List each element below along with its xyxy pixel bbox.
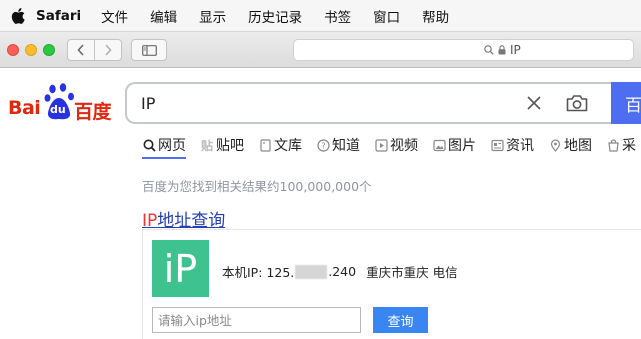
menu-bookmarks[interactable]: 书签 — [324, 6, 351, 26]
minimize-window-button[interactable] — [25, 44, 37, 56]
lock-icon — [498, 45, 506, 55]
search-box — [125, 82, 611, 124]
ip-redaction — [295, 264, 328, 279]
menu-window[interactable]: 窗口 — [373, 6, 400, 26]
shop-icon — [606, 138, 620, 152]
close-window-button[interactable] — [7, 44, 19, 56]
menu-help[interactable]: 帮助 — [422, 6, 449, 26]
sidebar-icon — [141, 44, 157, 56]
ip-label: 本机IP: 125. — [222, 265, 295, 280]
menu-file[interactable]: 文件 — [101, 6, 128, 26]
zoom-window-button[interactable] — [43, 44, 55, 56]
active-tab-indicator — [142, 157, 186, 159]
tab-zhidao[interactable]: ? 知道 — [316, 135, 360, 155]
svg-text:?: ? — [321, 141, 325, 150]
menu-app-safari[interactable]: Safari — [36, 8, 81, 24]
news-icon — [490, 138, 504, 152]
tab-map[interactable]: 地图 — [548, 135, 592, 155]
ip-logo-text: iP — [163, 246, 198, 291]
forward-button[interactable] — [94, 40, 121, 60]
apple-icon — [11, 7, 25, 24]
menu-view[interactable]: 显示 — [199, 6, 226, 26]
doc-icon — [258, 138, 272, 152]
tab-label: 贴吧 — [216, 138, 244, 154]
sidebar-toggle-button[interactable] — [131, 39, 167, 61]
menu-bar: Safari 文件 编辑 显示 历史记录 书签 窗口 帮助 — [0, 0, 641, 32]
navigation-buttons — [67, 39, 122, 61]
tab-label: 图片 — [448, 138, 476, 154]
search-icon — [142, 138, 156, 152]
ip-logo: iP — [152, 240, 209, 297]
question-icon: ? — [316, 138, 330, 152]
map-icon — [548, 138, 562, 152]
ip-location: 重庆市重庆 电信 — [366, 265, 458, 280]
chevron-left-icon — [77, 44, 84, 56]
tab-label: 地图 — [564, 138, 592, 154]
result-title-text: 地址查询 — [157, 211, 226, 231]
apple-menu[interactable] — [0, 7, 36, 24]
tab-label: 文库 — [274, 138, 302, 154]
tab-shopping[interactable]: 采 — [606, 135, 636, 155]
video-icon — [374, 138, 388, 152]
address-text: IP — [510, 43, 521, 57]
tab-label: 知道 — [332, 138, 360, 154]
result-count: 百度为您找到相关结果约100,000,000个 — [142, 179, 372, 194]
tab-label: 网页 — [158, 138, 186, 154]
tab-label: 采 — [622, 138, 636, 154]
menu-history[interactable]: 历史记录 — [248, 6, 302, 26]
back-button[interactable] — [68, 40, 94, 60]
search-button[interactable]: 百 — [611, 82, 641, 124]
close-icon — [527, 96, 541, 110]
baidu-logo[interactable]: Bai du 百度 — [8, 83, 112, 123]
browser-toolbar: IP — [0, 32, 641, 68]
search-tabs: 网页 贴 贴吧 文库 ? 知道 视频 图片 资讯 地图 采 — [142, 135, 641, 155]
ip-lookup-card: iP 本机IP: 125. .240 重庆市重庆 电信 查询 — [142, 229, 641, 339]
menu-edit[interactable]: 编辑 — [150, 6, 177, 26]
result-title-link[interactable]: IP地址查询 — [142, 206, 225, 231]
search-input[interactable] — [141, 92, 501, 114]
result-title-highlight: IP — [142, 211, 158, 231]
image-search-button[interactable] — [565, 92, 589, 114]
clear-search-button[interactable] — [524, 93, 544, 113]
tab-images[interactable]: 图片 — [432, 135, 476, 155]
tab-tieba[interactable]: 贴 贴吧 — [200, 135, 244, 155]
ip-suffix: .240 — [328, 264, 357, 279]
logo-text-baidu-cn: 百度 — [74, 101, 112, 123]
ip-address-input[interactable] — [152, 307, 361, 333]
tab-video[interactable]: 视频 — [374, 135, 418, 155]
camera-icon — [566, 95, 588, 112]
tab-news[interactable]: 资讯 — [490, 135, 534, 155]
chevron-right-icon — [105, 44, 112, 56]
logo-text-du: du — [50, 103, 66, 116]
tab-label: 资讯 — [506, 138, 534, 154]
search-icon — [484, 45, 494, 55]
ip-info: 本机IP: 125. .240 重庆市重庆 电信 — [222, 262, 458, 281]
address-bar[interactable]: IP — [293, 39, 634, 61]
tieba-icon: 贴 — [200, 138, 213, 153]
query-button[interactable]: 查询 — [373, 307, 428, 333]
logo-text-bai: Bai — [8, 97, 41, 119]
tab-wenku[interactable]: 文库 — [258, 135, 302, 155]
image-icon — [432, 138, 446, 152]
search-button-label: 百 — [625, 95, 641, 116]
tab-label: 视频 — [390, 138, 418, 154]
tab-web[interactable]: 网页 — [142, 135, 186, 155]
